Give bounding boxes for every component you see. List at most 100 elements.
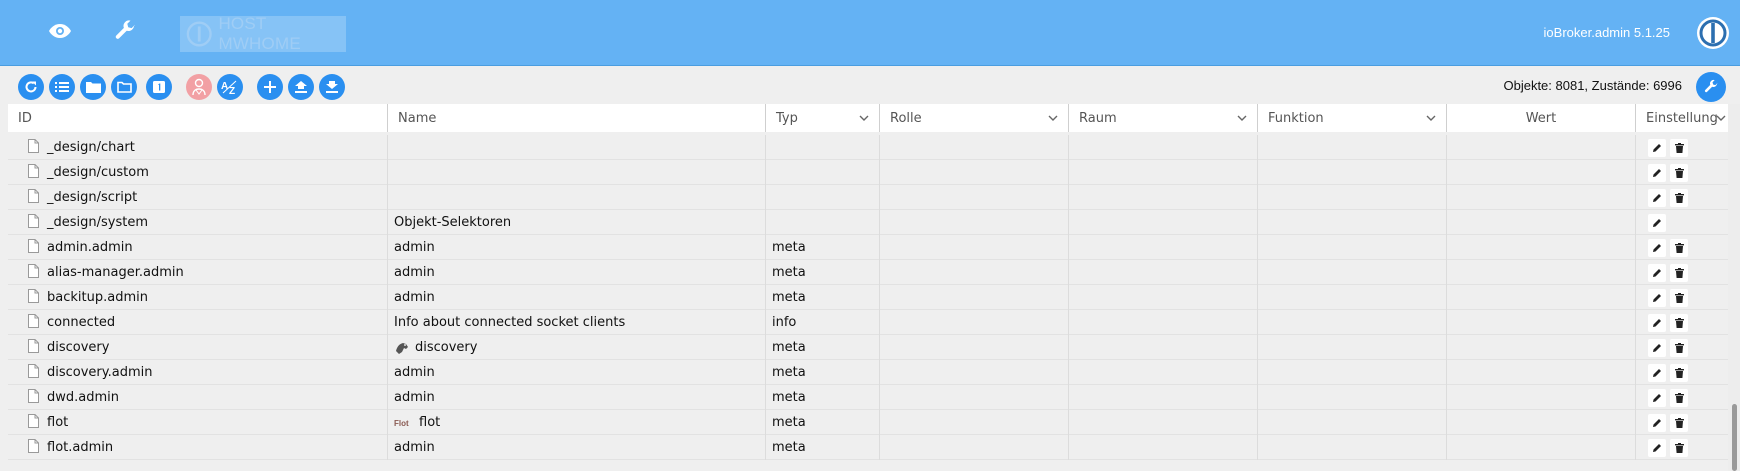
column-label: Wert <box>1525 110 1557 126</box>
object-type: meta <box>772 240 806 255</box>
delete-button[interactable] <box>1670 188 1688 207</box>
table-row[interactable]: alias-manager.admin admin meta <box>8 260 1728 285</box>
cell-name: admin <box>388 285 766 310</box>
edit-button[interactable] <box>1648 238 1666 257</box>
file-icon <box>28 413 39 432</box>
discovery-dog-icon <box>394 341 410 355</box>
column-header-funktion[interactable]: Funktion <box>1258 104 1447 132</box>
expand-level-button[interactable] <box>146 74 172 100</box>
cell-actions <box>1636 160 1728 185</box>
delete-button[interactable] <box>1670 388 1688 407</box>
cell-role <box>880 285 1069 310</box>
table-row[interactable]: _design/system Objekt-Selektoren <box>8 210 1728 235</box>
upload-button[interactable] <box>288 74 314 100</box>
file-icon <box>28 338 39 357</box>
cell-room <box>1069 360 1258 385</box>
edit-button[interactable] <box>1648 413 1666 432</box>
delete-button[interactable] <box>1670 288 1688 307</box>
edit-button[interactable] <box>1648 313 1666 332</box>
column-header-id[interactable]: ID <box>8 104 388 132</box>
delete-button[interactable] <box>1670 238 1688 257</box>
edit-button[interactable] <box>1648 288 1666 307</box>
delete-button[interactable] <box>1670 138 1688 157</box>
cell-id: dwd.admin <box>8 385 388 410</box>
table-row[interactable]: admin.admin admin meta <box>8 235 1728 260</box>
table-row[interactable]: discovery.admin admin meta <box>8 360 1728 385</box>
cell-actions <box>1636 235 1728 260</box>
cell-type: meta <box>766 285 880 310</box>
cell-value <box>1447 210 1636 235</box>
edit-button[interactable] <box>1648 388 1666 407</box>
expand-folders-button[interactable] <box>80 74 106 100</box>
row-actions <box>1642 388 1688 407</box>
refresh-button[interactable] <box>18 74 44 100</box>
edit-button[interactable] <box>1648 213 1666 232</box>
edit-button[interactable] <box>1648 438 1666 457</box>
column-header-einstellungen[interactable]: Einstellung <box>1636 104 1728 132</box>
cell-actions <box>1636 385 1728 410</box>
cell-room <box>1069 310 1258 335</box>
trash-icon <box>1674 267 1684 278</box>
table-row[interactable]: _design/script <box>8 185 1728 210</box>
pencil-icon <box>1653 293 1661 302</box>
row-actions <box>1642 213 1666 232</box>
expert-mode-button[interactable] <box>186 74 212 100</box>
cell-id: connected <box>8 310 388 335</box>
column-header-rolle[interactable]: Rolle <box>880 104 1069 132</box>
cell-function <box>1258 410 1447 435</box>
column-header-name[interactable]: Name <box>388 104 766 132</box>
eye-icon[interactable] <box>42 13 78 49</box>
column-label: Raum <box>1079 110 1117 126</box>
edit-button[interactable] <box>1648 338 1666 357</box>
trash-icon <box>1674 167 1684 178</box>
table-row[interactable]: backitup.admin admin meta <box>8 285 1728 310</box>
cell-name: Flot flot <box>388 410 766 435</box>
column-header-raum[interactable]: Raum <box>1069 104 1258 132</box>
column-header-wert[interactable]: Wert <box>1447 104 1636 132</box>
scrollbar-thumb[interactable] <box>1732 404 1737 471</box>
edit-button[interactable] <box>1648 188 1666 207</box>
edit-button[interactable] <box>1648 263 1666 282</box>
pencil-icon <box>1653 243 1661 252</box>
wrench-icon[interactable] <box>107 13 143 49</box>
cell-value <box>1447 260 1636 285</box>
table-scrollbar[interactable] <box>1728 104 1740 471</box>
table-row[interactable]: flot.admin admin meta <box>8 435 1728 460</box>
object-id: discovery.admin <box>47 365 153 380</box>
edit-button[interactable] <box>1648 363 1666 382</box>
delete-button[interactable] <box>1670 438 1688 457</box>
row-actions <box>1642 313 1688 332</box>
pencil-icon <box>1653 318 1661 327</box>
table-row[interactable]: flot Flot flot meta <box>8 410 1728 435</box>
host-selector[interactable]: HOST MWHOME <box>180 14 346 53</box>
table-row[interactable]: _design/custom <box>8 160 1728 185</box>
edit-button[interactable] <box>1648 138 1666 157</box>
object-type: meta <box>772 390 806 405</box>
table-row[interactable]: _design/chart <box>8 135 1728 160</box>
file-icon <box>28 263 39 282</box>
chevron-down-icon <box>859 112 869 127</box>
delete-button[interactable] <box>1670 263 1688 282</box>
delete-button[interactable] <box>1670 163 1688 182</box>
customize-columns-button[interactable] <box>1696 72 1726 102</box>
table-row[interactable]: connected Info about connected socket cli… <box>8 310 1728 335</box>
list-view-button[interactable] <box>49 74 75 100</box>
number-one-icon <box>153 81 165 93</box>
cell-id: _design/system <box>8 210 388 235</box>
edit-button[interactable] <box>1648 163 1666 182</box>
cell-function <box>1258 185 1447 210</box>
delete-button[interactable] <box>1670 338 1688 357</box>
add-object-button[interactable] <box>257 74 283 100</box>
delete-button[interactable] <box>1670 313 1688 332</box>
column-header-typ[interactable]: Typ <box>766 104 880 132</box>
chevron-down-icon <box>1716 112 1726 127</box>
delete-button[interactable] <box>1670 413 1688 432</box>
table-row[interactable]: dwd.admin admin meta <box>8 385 1728 410</box>
download-button[interactable] <box>319 74 345 100</box>
table-row[interactable]: discovery discovery meta <box>8 335 1728 360</box>
collapse-folders-button[interactable] <box>111 74 137 100</box>
iobroker-logo-icon[interactable] <box>1696 16 1730 54</box>
cell-name: Info about connected socket clients <box>388 310 766 335</box>
sort-az-button[interactable]: AZ <box>217 74 243 100</box>
delete-button[interactable] <box>1670 363 1688 382</box>
